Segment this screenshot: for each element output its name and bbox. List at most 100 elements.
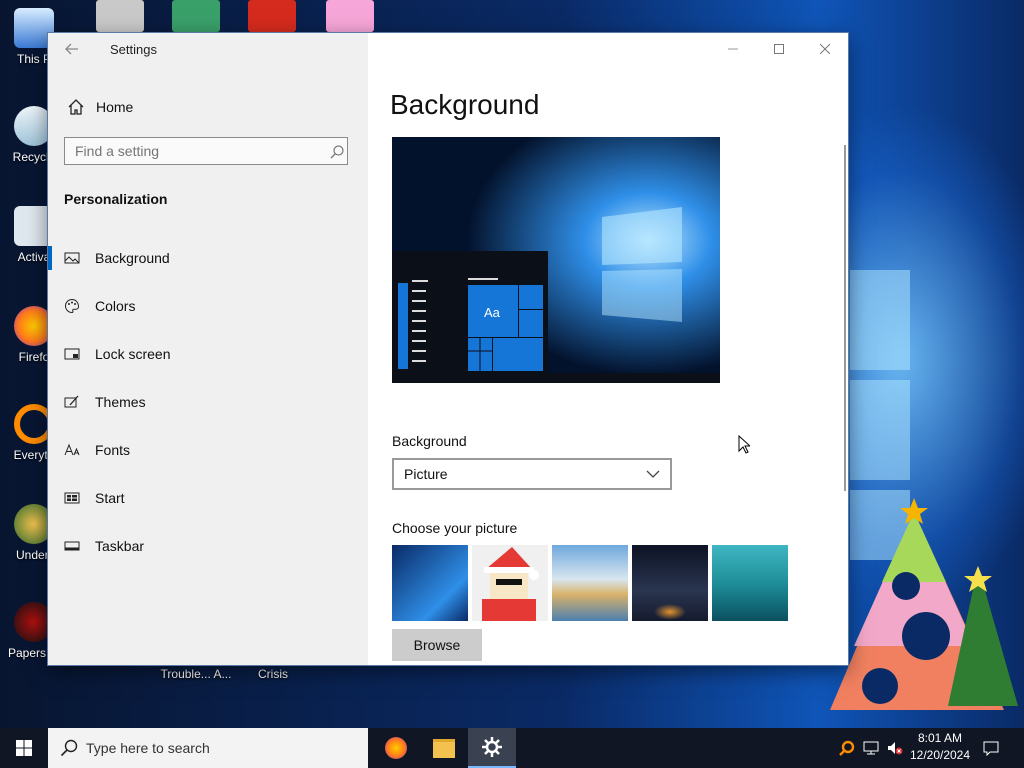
palette-icon — [65, 298, 80, 314]
settings-sidebar: Settings Home Personalization Background… — [48, 33, 368, 665]
nav-item-themes[interactable]: Themes — [48, 384, 368, 420]
minimize-button[interactable] — [710, 33, 756, 65]
desktop-icon-label: Crisis — [258, 667, 288, 681]
firefox-icon — [385, 737, 407, 759]
nav-item-label: Themes — [95, 394, 146, 410]
picture-thumbnail-windows[interactable] — [392, 545, 468, 621]
desktop-icon-label: Undert — [15, 548, 53, 562]
desktop-icon-top[interactable] — [248, 0, 296, 32]
nav-item-lock-screen[interactable]: Lock screen — [48, 336, 368, 372]
search-icon — [60, 739, 78, 757]
windows-logo-icon — [16, 740, 32, 756]
choose-picture-label: Choose your picture — [392, 520, 518, 536]
minimize-icon — [728, 48, 738, 50]
tree-shape — [882, 512, 946, 582]
preview-sample-text: Aa — [484, 305, 500, 320]
desktop-icon-label-trouble[interactable]: Trouble... A... — [160, 667, 232, 681]
picture-thumbnail-beach[interactable] — [552, 545, 628, 621]
dropdown-selected-value: Picture — [404, 466, 448, 482]
home-nav-item[interactable]: Home — [64, 95, 133, 119]
maximize-button[interactable] — [756, 33, 802, 65]
desktop-icon-top[interactable] — [326, 0, 374, 32]
action-center-button[interactable] — [980, 728, 1002, 768]
wallpaper-pane — [850, 270, 910, 370]
network-icon — [863, 741, 879, 755]
background-type-label: Background — [392, 433, 467, 449]
santa-image — [482, 547, 539, 621]
wallpaper-pane — [850, 380, 910, 480]
nav-item-label: Taskbar — [95, 538, 145, 554]
tray-everything[interactable] — [836, 728, 858, 768]
preview-taskbar — [392, 373, 720, 383]
desktop-icon-label: This P — [16, 52, 51, 66]
nav-item-taskbar[interactable]: Taskbar — [48, 528, 368, 564]
nav-item-start[interactable]: Start — [48, 480, 368, 516]
close-icon — [820, 44, 830, 54]
gear-icon — [482, 737, 502, 757]
desktop-icon-label-crisis[interactable]: Crisis — [243, 667, 303, 681]
taskbar-clock[interactable]: 8:01 AM 12/20/2024 — [905, 730, 975, 764]
search-magnifier-icon — [839, 740, 855, 756]
preview-wallpaper — [392, 137, 720, 383]
nav-item-label: Fonts — [95, 442, 131, 458]
picture-thumbnail-night-sky[interactable] — [632, 545, 708, 621]
nav-item-label: Background — [95, 250, 170, 266]
taskbar-firefox[interactable] — [372, 728, 420, 768]
folder-icon — [433, 738, 455, 758]
taskbar-file-explorer[interactable] — [420, 728, 468, 768]
picture-thumbnail-santa[interactable] — [472, 545, 548, 621]
tree-hole — [902, 612, 950, 660]
nav-item-label: Colors — [95, 298, 136, 314]
start-button[interactable] — [0, 728, 48, 768]
nav-item-label: Lock screen — [95, 346, 171, 362]
volume-muted-icon — [888, 742, 903, 755]
back-button[interactable] — [64, 41, 84, 61]
chevron-down-icon — [646, 470, 660, 478]
section-title-personalization: Personalization — [64, 191, 168, 207]
back-arrow-icon — [65, 43, 78, 55]
maximize-icon — [774, 44, 784, 54]
taskbar: Type here to search 8:01 AM 12/20/2024 — [0, 728, 1024, 768]
home-icon — [64, 95, 88, 119]
nav-item-label: Start — [95, 490, 125, 506]
tree-hole — [892, 572, 920, 600]
desktop-icon-top[interactable] — [172, 0, 220, 32]
background-preview: Aa — [392, 137, 720, 383]
taskbar-settings[interactable] — [468, 728, 516, 768]
picture-icon — [64, 252, 80, 264]
tree-hole — [862, 668, 898, 704]
notification-icon — [983, 741, 999, 756]
page-title: Background — [390, 89, 540, 120]
browse-button[interactable]: Browse — [392, 629, 482, 661]
lock-screen-icon — [64, 348, 80, 360]
tray-network[interactable] — [860, 728, 882, 768]
nav-item-colors[interactable]: Colors — [48, 288, 368, 324]
settings-window: Settings Home Personalization Background… — [48, 33, 848, 665]
clock-date: 12/20/2024 — [909, 748, 971, 762]
taskbar-search-placeholder: Type here to search — [86, 740, 210, 756]
picture-thumbnail-underwater[interactable] — [712, 545, 788, 621]
christmas-tree-decoration — [830, 498, 1018, 710]
start-icon — [64, 492, 80, 504]
taskbar-search-box[interactable]: Type here to search — [48, 728, 368, 768]
find-setting-input[interactable] — [64, 137, 348, 165]
close-button[interactable] — [802, 33, 848, 65]
window-title: Settings — [110, 42, 157, 57]
search-icon — [330, 145, 344, 159]
themes-icon — [64, 395, 79, 408]
clock-time: 8:01 AM — [917, 731, 963, 745]
taskbar-icon — [64, 541, 80, 551]
desktop-icon-label: Activa — [17, 250, 51, 264]
desktop-icon-label: Firefo — [18, 350, 50, 364]
home-label: Home — [96, 99, 134, 115]
tray-volume[interactable] — [884, 728, 906, 768]
nav-item-fonts[interactable]: Fonts — [48, 432, 368, 468]
selected-indicator — [48, 246, 52, 270]
desktop-icon-label: Trouble... A... — [160, 667, 232, 681]
fonts-icon — [64, 443, 80, 456]
content-scrollbar[interactable] — [844, 145, 846, 491]
desktop-icon-top[interactable] — [96, 0, 144, 32]
settings-content: Background Aa Background Picture Choose … — [368, 33, 848, 665]
nav-item-background[interactable]: Background — [48, 240, 368, 276]
background-type-dropdown[interactable]: Picture — [392, 458, 672, 490]
